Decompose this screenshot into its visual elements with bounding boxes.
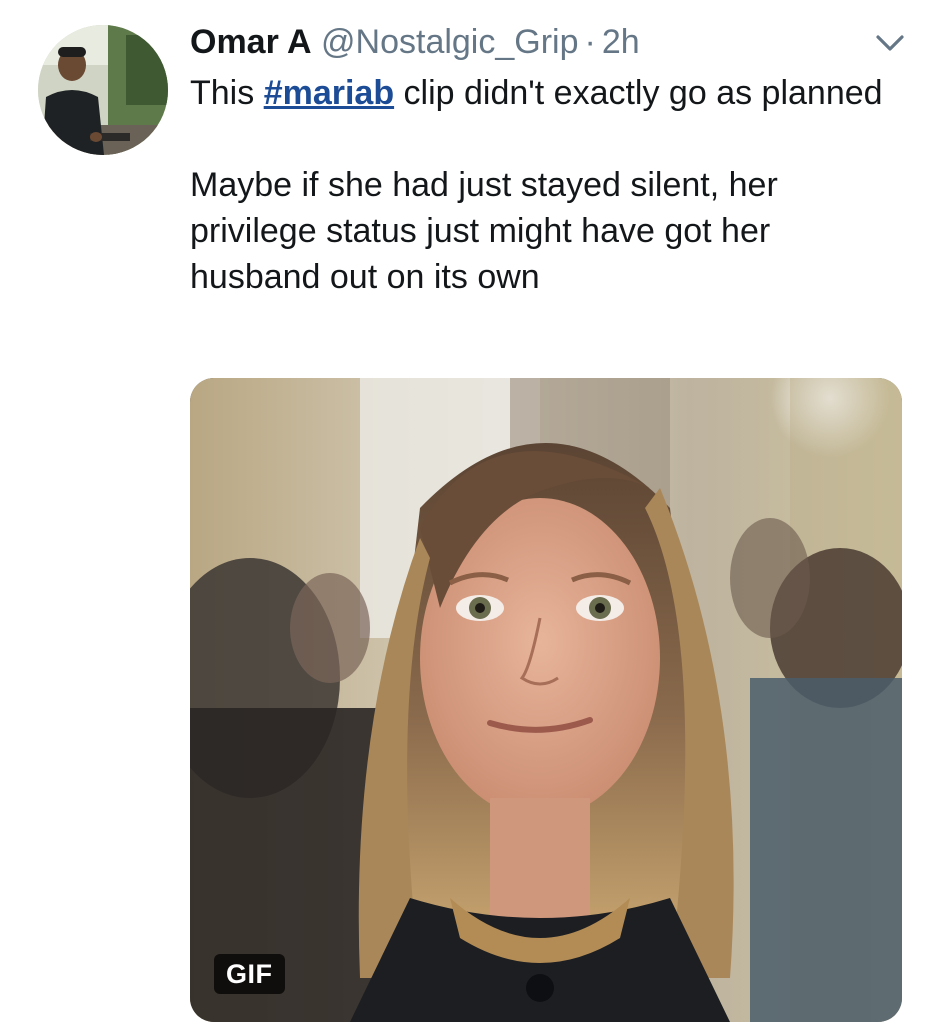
tweet-header: Omar A @Nostalgic_Grip · 2h: [190, 22, 640, 62]
gif-frame-image: [190, 378, 902, 1022]
tweet-card[interactable]: Omar A @Nostalgic_Grip · 2h This #mariab c…: [0, 0, 943, 1024]
gif-badge: GIF: [214, 954, 285, 994]
tweet-gif-media[interactable]: GIF: [190, 378, 902, 1022]
hashtag-link[interactable]: #mariab: [264, 74, 394, 112]
tweet-text-suffix: clip didn't exactly go as planned: [394, 74, 883, 112]
avatar-photo-icon: [38, 25, 168, 155]
header-separator: ·: [584, 23, 596, 61]
tweet-paragraph-2: Maybe if she had just stayed silent, her…: [190, 166, 778, 296]
chevron-down-icon: [876, 35, 904, 51]
author-display-name[interactable]: Omar A: [190, 23, 312, 61]
tweet-text: This #mariab clip didn't exactly go as p…: [190, 70, 890, 300]
tweet-text-prefix: This: [190, 74, 264, 112]
tweet-timestamp[interactable]: 2h: [602, 23, 640, 61]
author-avatar[interactable]: [38, 25, 168, 155]
tweet-menu-button[interactable]: [872, 30, 908, 58]
tweet-paragraph-1: This #mariab clip didn't exactly go as p…: [190, 70, 890, 116]
author-handle[interactable]: @Nostalgic_Grip: [321, 23, 579, 61]
